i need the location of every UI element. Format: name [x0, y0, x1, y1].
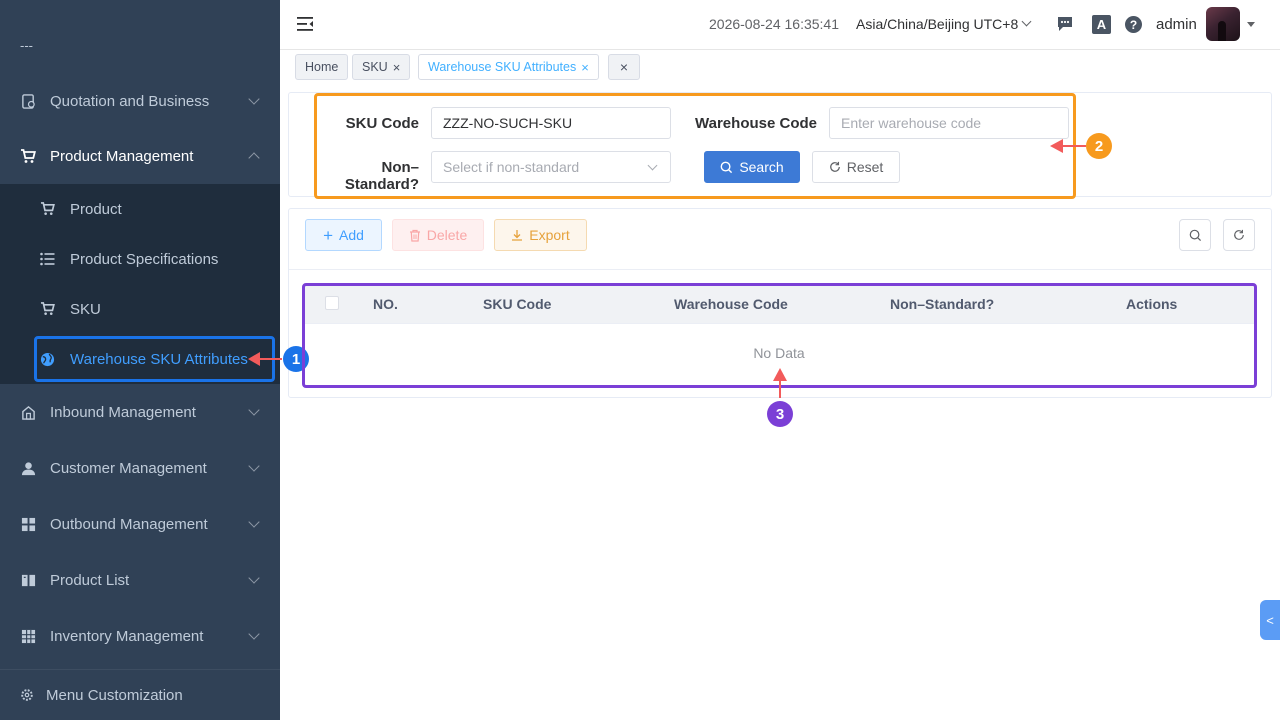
tag-sku[interactable]: SKU × — [352, 54, 411, 80]
current-datetime: 2026-08-24 16:35:41 — [709, 16, 839, 32]
close-icon: × — [619, 59, 629, 75]
export-button-label: Export — [529, 227, 570, 243]
menu-label: Menu Customization — [46, 686, 183, 704]
menu-inbound-management[interactable]: Inbound Management — [0, 384, 280, 440]
home-icon — [20, 404, 36, 420]
language-icon[interactable]: A — [1092, 15, 1111, 34]
menu-label: SKU — [70, 300, 101, 318]
menu-label: Product List — [50, 571, 130, 589]
chevron-down-icon — [248, 516, 260, 528]
close-all-tags-button[interactable]: × — [608, 54, 640, 80]
chevron-left-icon: < — [1266, 612, 1274, 628]
close-icon[interactable]: × — [393, 61, 401, 74]
toggle-search-button[interactable] — [1179, 219, 1211, 251]
tag-label: Warehouse SKU Attributes — [428, 60, 577, 74]
menu-label: Customer Management — [50, 459, 207, 477]
timezone-select[interactable]: Asia/China/Beijing UTC+8 — [856, 16, 1018, 32]
user-icon — [20, 460, 36, 476]
export-button[interactable]: Export — [494, 219, 587, 251]
menu-label: Inventory Management — [50, 627, 204, 645]
annotation-arrow-3 — [773, 368, 787, 398]
menu-label: Product Specifications — [70, 250, 219, 268]
tag-warehouse-sku-attributes[interactable]: Warehouse SKU Attributes × — [418, 54, 599, 80]
annotation-arrow-1 — [248, 352, 282, 366]
menu-label: Outbound Management — [50, 515, 208, 533]
add-button-label: Add — [339, 227, 364, 243]
username[interactable]: admin — [1156, 16, 1197, 33]
delete-button[interactable]: Delete — [392, 219, 484, 251]
language-icon-text: A — [1096, 17, 1107, 32]
search-icon — [1189, 229, 1201, 241]
grid-icon — [20, 516, 36, 532]
tags-view: Home SKU × Warehouse SKU Attributes × × — [280, 50, 1280, 84]
annotation-box-1 — [34, 336, 275, 382]
annotation-arrow-2 — [1050, 139, 1086, 153]
delete-button-label: Delete — [426, 227, 468, 243]
gear-icon — [20, 688, 34, 702]
menu-product-management[interactable]: Product Management — [0, 128, 280, 184]
cart-icon — [20, 148, 36, 164]
sidebar-item-product-specifications[interactable]: Product Specifications — [0, 234, 280, 284]
refresh-button[interactable] — [1223, 219, 1255, 251]
book-icon — [20, 572, 36, 588]
menu-outbound-management[interactable]: Outbound Management — [0, 496, 280, 552]
cart-icon — [39, 201, 55, 217]
annotation-badge-2: 2 — [1086, 133, 1112, 159]
annotation-box-2 — [314, 93, 1076, 199]
chevron-down-icon — [248, 404, 260, 416]
add-button[interactable]: + Add — [305, 219, 382, 251]
table-grid-icon — [20, 628, 36, 644]
chevron-down-icon — [248, 628, 260, 640]
menu-label: Inbound Management — [50, 403, 196, 421]
list-icon — [39, 251, 55, 267]
sidebar-item-sku[interactable]: SKU — [0, 284, 280, 334]
avatar[interactable] — [1206, 7, 1240, 41]
caret-down-icon[interactable] — [1247, 22, 1255, 27]
side-drawer-tab[interactable]: < — [1260, 600, 1280, 640]
top-header: 2026-08-24 16:35:41 Asia/China/Beijing U… — [280, 0, 1280, 50]
toolbar-divider — [289, 269, 1271, 270]
close-icon[interactable]: × — [581, 61, 589, 74]
tag-label: Home — [305, 60, 339, 74]
menu-inventory-management[interactable]: Inventory Management — [0, 608, 280, 664]
chevron-down-icon — [248, 93, 260, 105]
chevron-down-icon — [248, 572, 260, 584]
tag-home[interactable]: Home — [295, 54, 349, 80]
chevron-up-icon — [248, 152, 260, 164]
download-icon — [512, 230, 523, 241]
menu-customization[interactable]: Menu Customization — [0, 669, 280, 720]
chevron-down-icon[interactable] — [1021, 16, 1032, 27]
message-icon[interactable] — [1056, 15, 1074, 33]
document-icon — [20, 93, 36, 109]
sidebar-item-product[interactable]: Product — [0, 184, 280, 234]
menu-quotation-business[interactable]: Quotation and Business — [0, 73, 280, 129]
help-icon-text: ? — [1129, 17, 1138, 32]
menu-product-list[interactable]: Product List — [0, 552, 280, 608]
sidebar-top-partial: --- — [20, 38, 33, 53]
menu-customer-management[interactable]: Customer Management — [0, 440, 280, 496]
tag-label: SKU — [362, 60, 388, 74]
plus-icon: + — [323, 225, 333, 245]
menu-label: Product — [70, 200, 122, 218]
chevron-down-icon — [248, 460, 260, 472]
menu-fold-icon[interactable] — [297, 17, 313, 31]
trash-icon — [409, 229, 420, 242]
refresh-icon — [1234, 229, 1244, 240]
cart-icon — [39, 301, 55, 317]
menu-label: Product Management — [50, 147, 194, 165]
help-icon[interactable]: ? — [1125, 16, 1142, 33]
annotation-badge-3: 3 — [767, 401, 793, 427]
menu-label: Quotation and Business — [50, 92, 210, 110]
